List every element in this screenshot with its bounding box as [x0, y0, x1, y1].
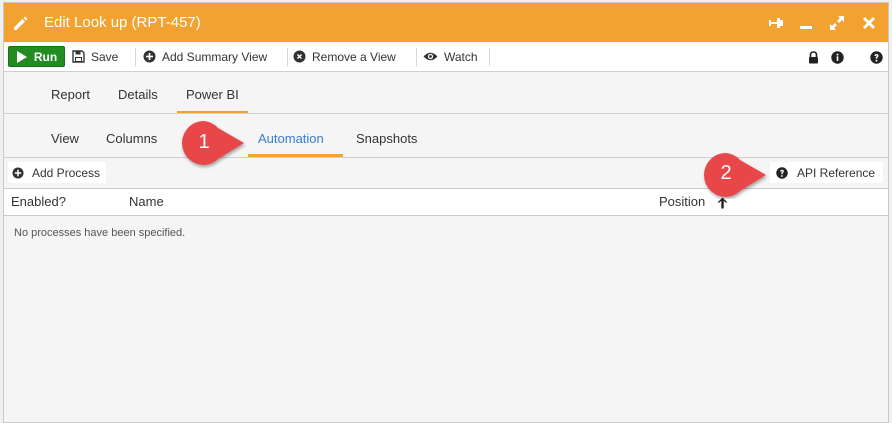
floppy-icon [72, 50, 85, 63]
tab-automation[interactable]: Automation [258, 131, 324, 146]
divider [287, 48, 288, 66]
active-tab-indicator [248, 154, 343, 157]
tab-power-bi[interactable]: Power BI [177, 87, 248, 113]
add-summary-view-button[interactable]: Add Summary View [143, 46, 267, 67]
watch-button[interactable]: Watch [423, 46, 478, 67]
remove-view-label: Remove a View [312, 49, 396, 64]
tab-snapshots[interactable]: Snapshots [356, 131, 417, 146]
api-reference-label: API Reference [797, 165, 876, 180]
add-process-label: Add Process [32, 165, 101, 180]
expand-icon[interactable] [827, 13, 847, 33]
tab-details[interactable]: Details [118, 87, 158, 102]
edit-dialog: Edit Look up (RPT-457) Run Save Add Summ… [3, 2, 889, 423]
column-enabled[interactable]: Enabled? [11, 194, 66, 209]
run-label: Run [33, 49, 58, 64]
lock-icon[interactable] [808, 51, 819, 64]
help-icon [776, 166, 788, 179]
add-summary-view-label: Add Summary View [162, 49, 268, 64]
play-icon [16, 50, 27, 63]
x-circle-icon [293, 50, 306, 63]
remove-view-button[interactable]: Remove a View [293, 46, 396, 67]
info-icon[interactable] [831, 51, 844, 64]
title-bar: Edit Look up (RPT-457) [4, 3, 888, 42]
tab-columns[interactable]: Columns [106, 131, 157, 146]
plus-circle-icon [12, 166, 24, 179]
callout-number-1: 1 [198, 131, 210, 153]
divider [416, 48, 417, 66]
watch-label: Watch [444, 49, 478, 64]
column-position[interactable]: Position [659, 194, 705, 209]
pin-icon[interactable] [766, 13, 786, 33]
save-button[interactable]: Save [72, 46, 118, 67]
divider [489, 48, 490, 66]
add-process-button[interactable]: Add Process [8, 162, 107, 183]
empty-message: No processes have been specified. [14, 227, 186, 239]
primary-tabs: Report Details Power BI [4, 73, 888, 114]
close-icon[interactable] [859, 13, 879, 33]
plus-circle-icon [143, 50, 156, 63]
eye-icon [423, 52, 438, 61]
callout-number-2: 2 [720, 162, 732, 184]
run-button[interactable]: Run [8, 46, 65, 67]
column-name[interactable]: Name [129, 194, 164, 209]
tab-view[interactable]: View [51, 131, 79, 146]
minimize-icon[interactable] [796, 13, 816, 33]
tab-report[interactable]: Report [51, 87, 90, 102]
api-reference-button[interactable]: API Reference [770, 162, 884, 183]
pencil-icon [14, 16, 28, 30]
help-icon[interactable] [870, 51, 883, 64]
save-label: Save [91, 49, 119, 64]
divider [135, 48, 136, 66]
toolbar: Run Save Add Summary View Remove a View … [4, 43, 888, 72]
window-title: Edit Look up (RPT-457) [44, 14, 201, 31]
